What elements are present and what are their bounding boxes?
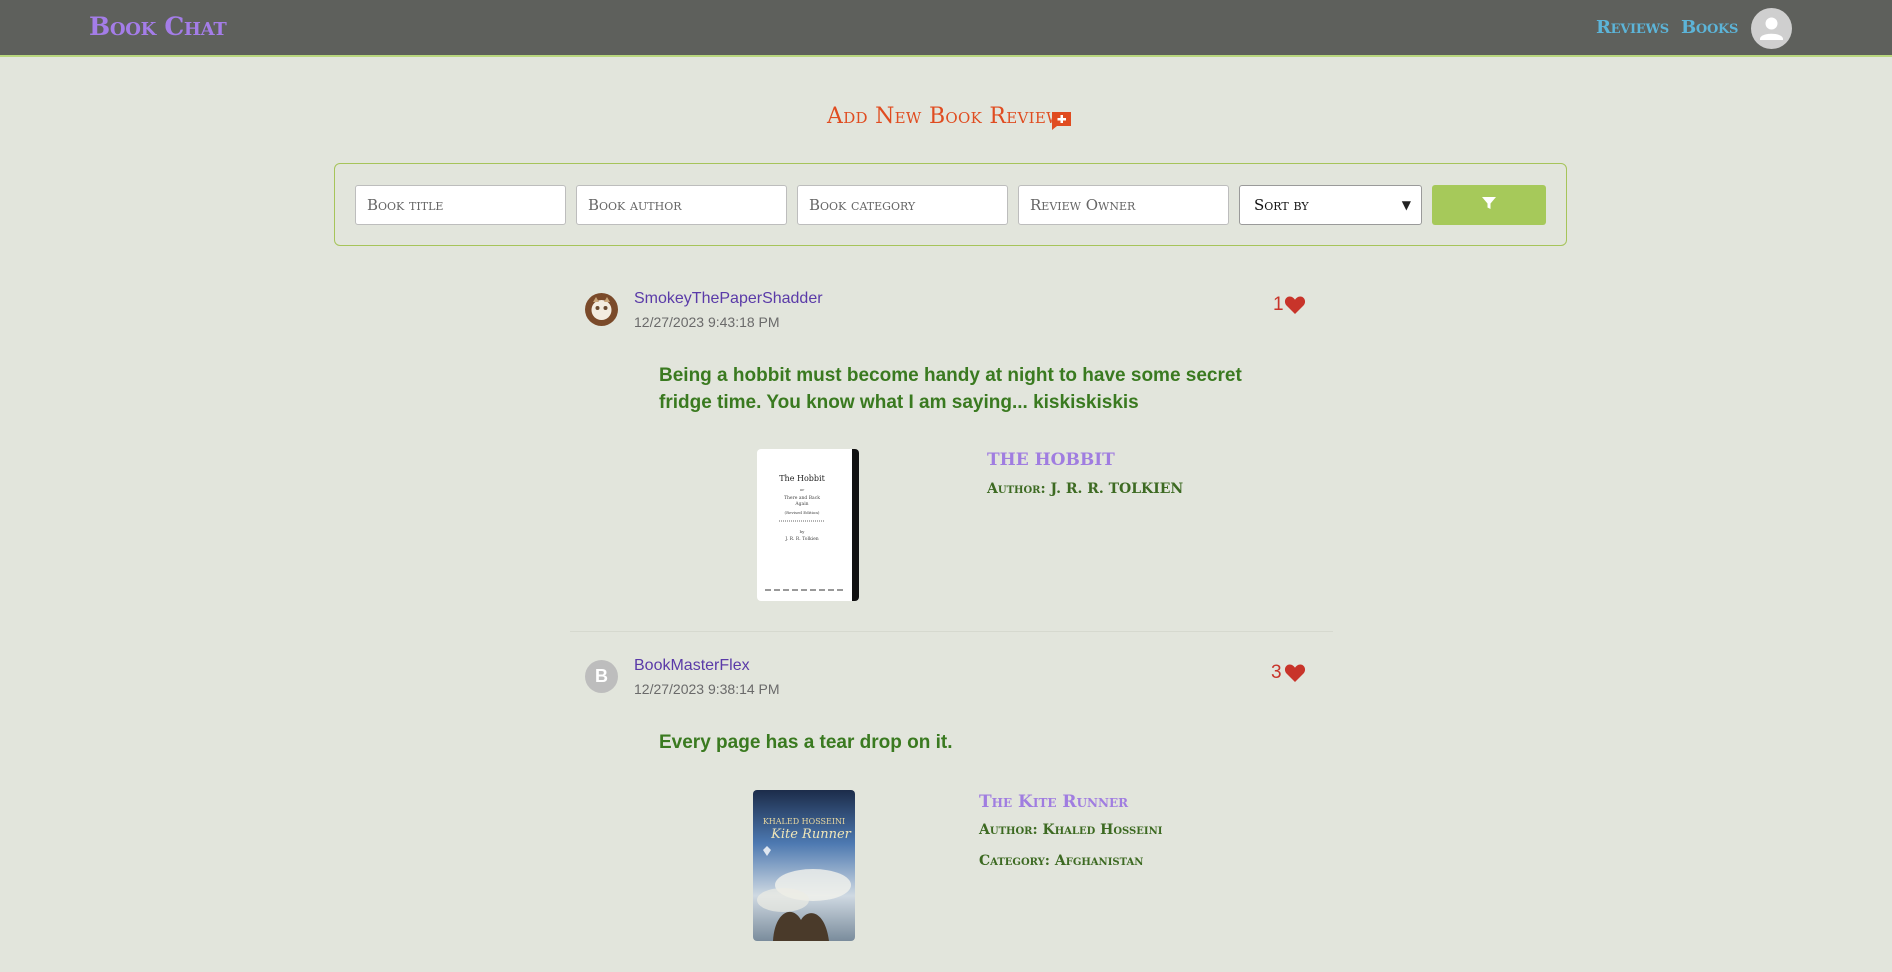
- svg-text:Kite Runner: Kite Runner: [770, 827, 852, 842]
- avatar: [585, 293, 618, 326]
- navbar: Book Chat Reviews Books: [0, 0, 1892, 57]
- avatar: B: [585, 660, 618, 693]
- nav-link-reviews[interactable]: Reviews: [1596, 17, 1669, 38]
- book-title-input[interactable]: Book title: [355, 185, 566, 225]
- review-timestamp: 12/27/2023 9:43:18 PM: [634, 314, 780, 330]
- book-cover-image[interactable]: The Hobbit or There and Back Again (Revi…: [757, 449, 859, 601]
- add-new-review-link[interactable]: Add New Book Review: [827, 104, 1062, 129]
- book-author: Author: Khaled Hosseini: [979, 822, 1163, 838]
- sort-by-label: Sort by: [1254, 196, 1309, 214]
- book-category: Category: Afghanistan: [979, 853, 1144, 869]
- book-author-input[interactable]: Book author: [576, 185, 787, 225]
- book-title[interactable]: The Kite Runner: [979, 792, 1128, 812]
- review-username[interactable]: BookMasterFlex: [634, 657, 750, 675]
- review-divider: [570, 631, 1333, 632]
- brand-logo[interactable]: Book Chat: [89, 12, 227, 41]
- filter-button[interactable]: [1432, 185, 1546, 225]
- svg-text:KHALED HOSSEINI: KHALED HOSSEINI: [763, 817, 845, 826]
- review-text-line: fridge time. You know what I am saying..…: [659, 392, 1139, 413]
- book-title[interactable]: THE HOBBIT: [987, 450, 1115, 470]
- like-count: 3: [1271, 662, 1282, 683]
- review-owner-input[interactable]: Review Owner: [1018, 185, 1229, 225]
- svg-text:Again: Again: [794, 501, 808, 507]
- like-count: 1: [1273, 294, 1284, 315]
- review-timestamp: 12/27/2023 9:38:14 PM: [634, 681, 780, 697]
- svg-text:or: or: [800, 487, 804, 492]
- svg-text:The Hobbit: The Hobbit: [779, 474, 825, 483]
- svg-text:by: by: [800, 529, 806, 534]
- svg-text:(Revised Edition): (Revised Edition): [785, 510, 820, 515]
- add-comment-icon[interactable]: [1051, 111, 1072, 131]
- user-avatar-icon[interactable]: [1751, 8, 1792, 49]
- svg-text:J. R. R. Tolkien: J. R. R. Tolkien: [784, 536, 818, 542]
- svg-text:There and Back: There and Back: [784, 495, 820, 501]
- review-text: Being a hobbit must become handy at nigh…: [659, 362, 1259, 416]
- book-cover-image[interactable]: KHALED HOSSEINI Kite Runner: [753, 790, 855, 941]
- heart-icon[interactable]: [1284, 295, 1306, 315]
- book-author: Author: J. R. R. TOLKIEN: [987, 481, 1184, 497]
- review-username[interactable]: SmokeyThePaperShadder: [634, 290, 823, 308]
- sort-by-select[interactable]: Sort by ▼: [1239, 185, 1422, 225]
- heart-icon[interactable]: [1284, 663, 1306, 683]
- review-text-line: Every page has a tear drop on it.: [659, 732, 953, 753]
- review-text: Every page has a tear drop on it.: [659, 729, 1259, 756]
- review-text-line: Being a hobbit must become handy at nigh…: [659, 365, 1242, 386]
- book-category-input[interactable]: Book category: [797, 185, 1008, 225]
- chevron-down-icon: ▼: [1401, 198, 1411, 212]
- filter-icon: [1482, 197, 1496, 209]
- nav-link-books[interactable]: Books: [1681, 17, 1738, 38]
